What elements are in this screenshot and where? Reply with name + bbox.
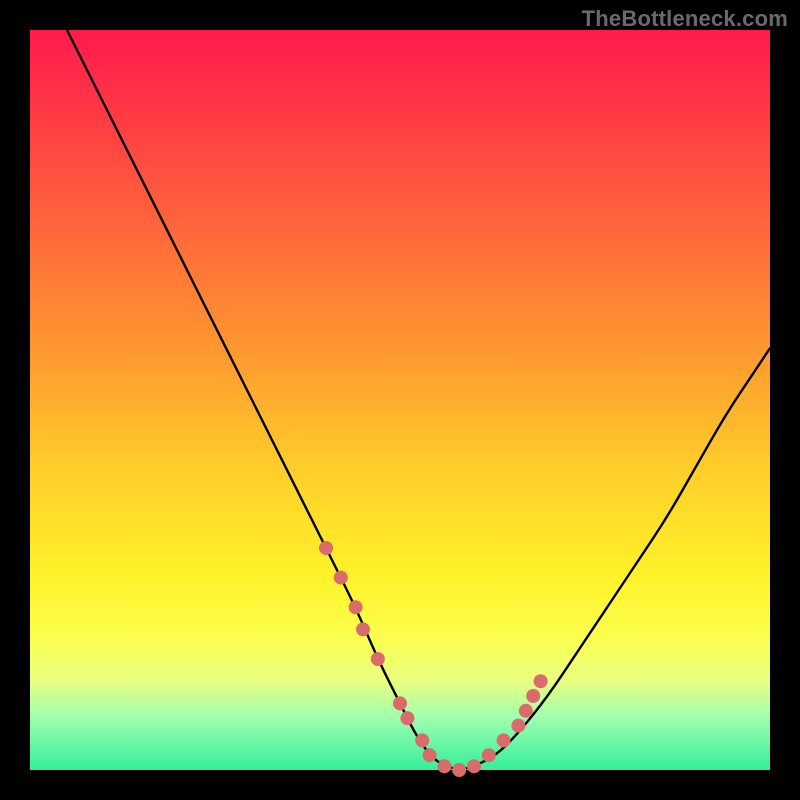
highlight-dot xyxy=(511,719,525,733)
highlight-dot xyxy=(452,763,466,777)
chart-svg xyxy=(30,30,770,770)
highlight-dot xyxy=(393,696,407,710)
highlight-dot xyxy=(319,541,333,555)
highlight-dot xyxy=(526,689,540,703)
bottleneck-curve xyxy=(67,30,770,769)
highlight-dot xyxy=(415,733,429,747)
highlight-dot xyxy=(482,748,496,762)
highlight-dot xyxy=(400,711,414,725)
highlight-dot xyxy=(519,704,533,718)
highlight-dot xyxy=(371,652,385,666)
chart-plot-area xyxy=(30,30,770,770)
highlight-dots xyxy=(319,541,548,777)
highlight-dot xyxy=(349,600,363,614)
highlight-dot xyxy=(334,571,348,585)
watermark-text: TheBottleneck.com xyxy=(582,6,788,32)
highlight-dot xyxy=(437,759,451,773)
highlight-dot xyxy=(497,733,511,747)
highlight-dot xyxy=(356,622,370,636)
highlight-dot xyxy=(467,759,481,773)
highlight-dot xyxy=(534,674,548,688)
chart-frame: TheBottleneck.com xyxy=(0,0,800,800)
highlight-dot xyxy=(423,748,437,762)
